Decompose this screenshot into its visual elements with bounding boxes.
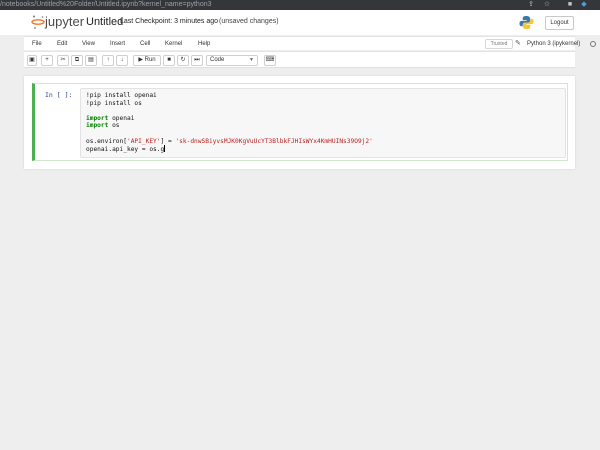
edit-pencil-icon[interactable]: ✎: [515, 38, 521, 50]
notebook-container: In [ ]: !pip install openai !pip install…: [24, 76, 575, 169]
menu-bar: File Edit View Insert Cell Kernel Help T…: [24, 36, 596, 51]
move-down-icon[interactable]: ↓: [116, 55, 128, 66]
extension-icon[interactable]: ■: [566, 1, 574, 9]
run-label: Run: [144, 57, 156, 63]
run-button[interactable]: ▶ Run: [133, 55, 161, 66]
browser-address-bar: /notebooks/Untitled%20Folder/Untitled.ip…: [0, 0, 600, 10]
code-fragment: ] =: [160, 137, 176, 145]
notebook-title[interactable]: Untitled: [86, 15, 123, 29]
url-text[interactable]: /notebooks/Untitled%20Folder/Untitled.ip…: [0, 0, 212, 10]
jupyter-header: jupyter Untitled Last Checkpoint: 3 minu…: [0, 10, 600, 35]
save-icon[interactable]: ▣: [27, 55, 37, 66]
stop-icon[interactable]: ■: [163, 55, 175, 66]
share-icon[interactable]: ⇪: [527, 1, 535, 9]
string-literal: 'API_KEY': [126, 137, 161, 145]
menu-help[interactable]: Help: [198, 37, 210, 51]
jupyter-logo-icon[interactable]: [31, 14, 45, 30]
menu-view[interactable]: View: [82, 37, 95, 51]
jupyter-logo-text[interactable]: jupyter: [45, 14, 84, 30]
cell-prompt: In [ ]:: [45, 91, 73, 99]
cell-type-value: Code: [210, 57, 225, 63]
restart-icon[interactable]: ↻: [177, 55, 189, 66]
code-line: !pip install os: [86, 99, 142, 107]
code-line: openai.api_key = os.g: [86, 146, 165, 154]
logout-button[interactable]: Logout: [545, 16, 574, 30]
code-line: !pip install openai: [86, 92, 157, 99]
kernel-status-icon: [590, 41, 596, 47]
cell-type-select[interactable]: Code ▼: [206, 55, 258, 66]
extension-icon[interactable]: ◆: [580, 1, 588, 9]
move-up-icon[interactable]: ↑: [102, 55, 114, 66]
run-icon: ▶: [138, 57, 143, 63]
checkpoint-status: Last Checkpoint: 3 minutes ago: [120, 18, 219, 25]
module-name: openai: [108, 114, 135, 122]
menu-edit[interactable]: Edit: [57, 37, 67, 51]
cut-icon[interactable]: ✂: [57, 55, 69, 66]
module-name: os: [108, 122, 120, 130]
code-cell[interactable]: In [ ]: !pip install openai !pip install…: [32, 83, 568, 161]
keyboard-icon[interactable]: ⌨: [264, 55, 276, 66]
code-text: !pip install openai !pip install os impo…: [86, 92, 373, 154]
menu-kernel[interactable]: Kernel: [165, 37, 182, 51]
kernel-name[interactable]: Python 3 (ipykernel): [527, 37, 580, 51]
bookmark-star-icon[interactable]: ☆: [543, 1, 551, 9]
menu-insert[interactable]: Insert: [110, 37, 125, 51]
text-cursor: [164, 145, 166, 153]
trusted-badge[interactable]: Trusted: [485, 39, 513, 49]
unsaved-status: (unsaved changes): [219, 18, 279, 25]
insert-cell-icon[interactable]: +: [41, 55, 53, 66]
code-editor[interactable]: !pip install openai !pip install os impo…: [80, 88, 566, 158]
notebook-toolbar: ▣ + ✂ ⧉ ▤ ↑ ↓ ▶ Run ■ ↻ ⏭ Code ▼ ⌨: [24, 51, 575, 68]
menu-file[interactable]: File: [32, 37, 42, 51]
paste-icon[interactable]: ▤: [85, 55, 97, 66]
string-literal: 'sk-dnwSBiyvsMJK0KgVuUcYT3BlbkFJHIsWYx4K…: [175, 137, 373, 145]
restart-run-all-icon[interactable]: ⏭: [191, 55, 203, 66]
python-logo-icon: [519, 15, 534, 30]
keyword: import: [86, 122, 109, 130]
code-fragment: os.environ[: [86, 137, 127, 145]
keyword: import: [86, 114, 109, 122]
menu-cell[interactable]: Cell: [140, 37, 150, 51]
copy-icon[interactable]: ⧉: [71, 55, 83, 66]
chevron-down-icon: ▼: [249, 57, 254, 63]
